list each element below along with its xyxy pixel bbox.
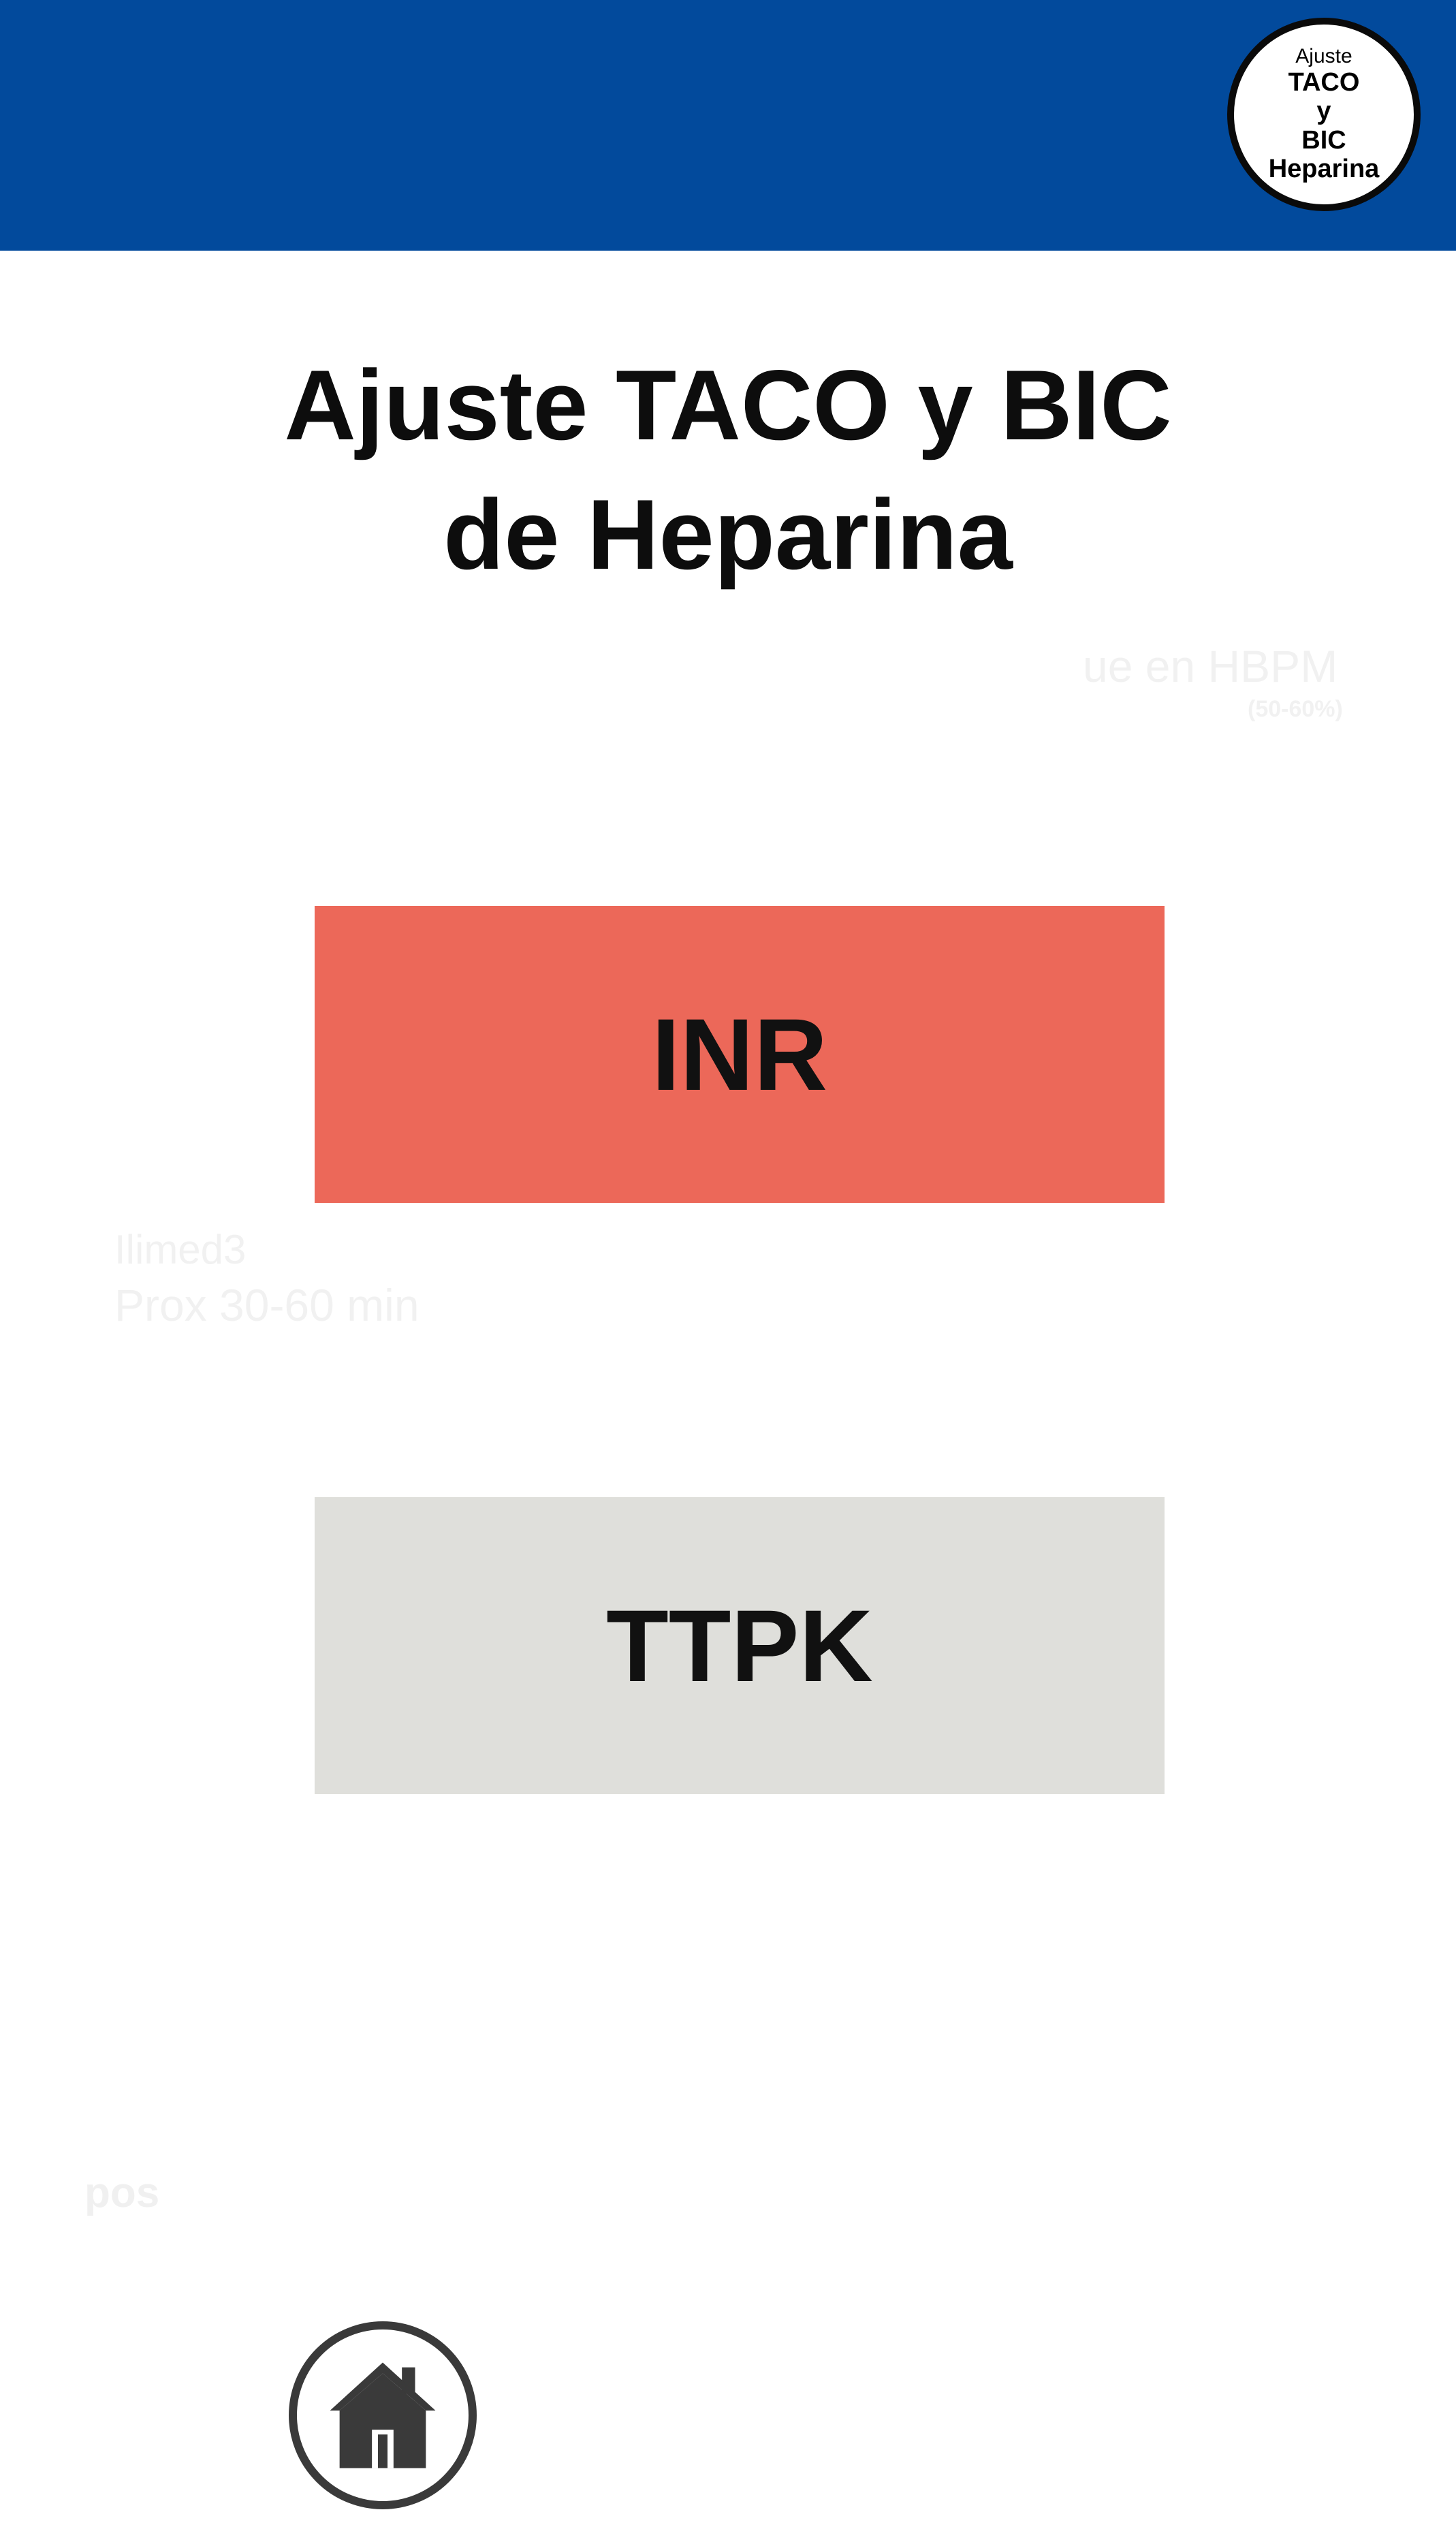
page-title-line-1: Ajuste TACO y BIC [284,349,1172,460]
logo-text-taco: TACO [1288,67,1360,97]
logo-text-heparina: Heparina [1268,155,1380,184]
logo-text-ajuste: Ajuste [1295,45,1352,68]
page-title-line-2: de Heparina [443,479,1013,590]
ghost-text: ue en HBPM [1083,641,1338,691]
logo-text-bic: BIC [1301,125,1346,155]
page-title: Ajuste TACO y BIC de Heparina [0,341,1456,599]
ttpk-button[interactable]: TTPK [315,1497,1165,1794]
home-button[interactable] [289,2321,477,2509]
home-icon [330,2362,436,2468]
app-screen: Ajuste TACO y BIC Heparina ue en HBPM (5… [0,0,1456,2542]
ghost-text: Prox 30-60 min [114,1280,420,1330]
ghost-text: pos [84,2169,160,2216]
app-logo: Ajuste TACO y BIC Heparina [1227,18,1421,211]
logo-text-y: y [1316,97,1331,126]
ghost-text: (50-60%) [1248,696,1343,722]
inr-button[interactable]: INR [315,906,1165,1203]
ghost-text: Ilimed3 [114,1227,247,1272]
